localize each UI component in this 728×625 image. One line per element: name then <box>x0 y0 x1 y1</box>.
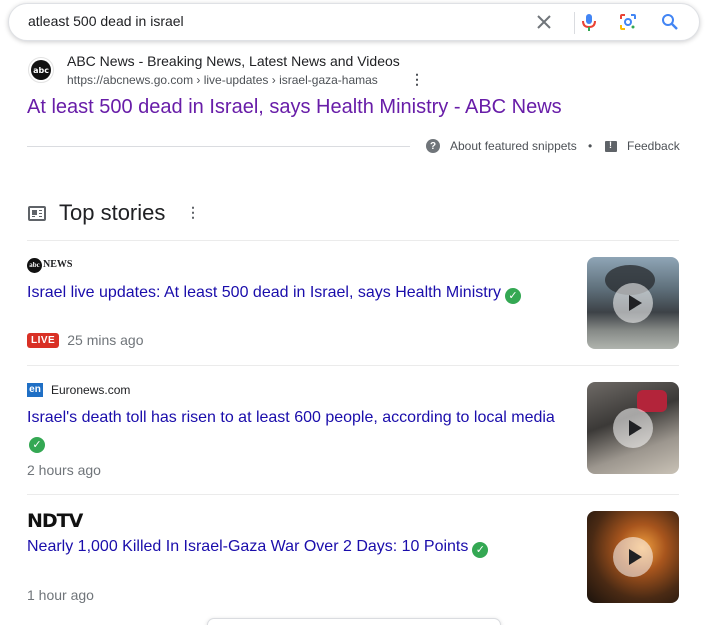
verified-check-icon: ✓ <box>472 542 489 558</box>
story-thumbnail[interactable] <box>587 382 679 474</box>
live-badge: LIVE <box>27 332 60 348</box>
divider <box>27 240 679 241</box>
story-time: 1 hour ago <box>27 587 94 603</box>
about-featured-snippets-link[interactable]: ? About featured snippets <box>426 139 577 153</box>
play-icon[interactable] <box>613 283 653 323</box>
abc-favicon: abc <box>28 57 54 83</box>
divider <box>27 365 679 366</box>
story-source: abc NEWS <box>27 258 72 273</box>
divider <box>27 494 679 495</box>
search-icon[interactable] <box>660 12 680 32</box>
ndtv-logo: NDTV <box>27 510 83 532</box>
story-title-link[interactable]: Nearly 1,000 Killed In Israel-Gaza War O… <box>27 535 572 559</box>
abc-news-logo: abc NEWS <box>27 258 72 273</box>
story-time: 2 hours ago <box>27 462 101 478</box>
result-title-link[interactable]: At least 500 dead in Israel, says Health… <box>27 96 562 119</box>
play-icon[interactable] <box>613 408 653 448</box>
search-divider <box>574 12 575 34</box>
verified-check-icon: ✓ <box>29 437 45 453</box>
story-title-link[interactable]: Israel live updates: At least 500 dead i… <box>27 281 572 305</box>
result-url[interactable]: https://abcnews.go.com › live-updates › … <box>67 73 378 87</box>
mic-icon[interactable] <box>579 12 599 32</box>
euronews-logo: en <box>27 383 43 397</box>
close-icon[interactable] <box>534 12 554 32</box>
feedback-icon[interactable] <box>605 140 617 152</box>
story-source: en Euronews.com <box>27 383 130 397</box>
verified-check-icon: ✓ <box>505 288 522 304</box>
search-input[interactable]: atleast 500 dead in israel <box>28 13 184 29</box>
result-more-options-icon[interactable]: ⋮ <box>410 72 424 86</box>
top-stories-more-icon[interactable]: ⋮ <box>186 205 200 219</box>
story-time: LIVE 25 mins ago <box>27 332 144 348</box>
story-title-link[interactable]: Israel's death toll has risen to at leas… <box>27 406 572 454</box>
newspaper-icon <box>28 206 46 221</box>
story-thumbnail[interactable] <box>587 511 679 603</box>
help-icon: ? <box>426 139 440 153</box>
search-bar[interactable]: atleast 500 dead in israel <box>8 3 700 41</box>
play-icon[interactable] <box>613 537 653 577</box>
story-thumbnail[interactable] <box>587 257 679 349</box>
divider <box>27 146 410 147</box>
more-news-button[interactable] <box>207 618 501 625</box>
feedback-link[interactable]: Feedback <box>627 139 680 153</box>
story-source: NDTV <box>27 510 83 532</box>
separator-dot: • <box>588 139 593 153</box>
lens-icon[interactable] <box>618 12 638 32</box>
result-site-name[interactable]: ABC News - Breaking News, Latest News an… <box>67 53 400 69</box>
top-stories-heading: Top stories <box>59 200 166 225</box>
